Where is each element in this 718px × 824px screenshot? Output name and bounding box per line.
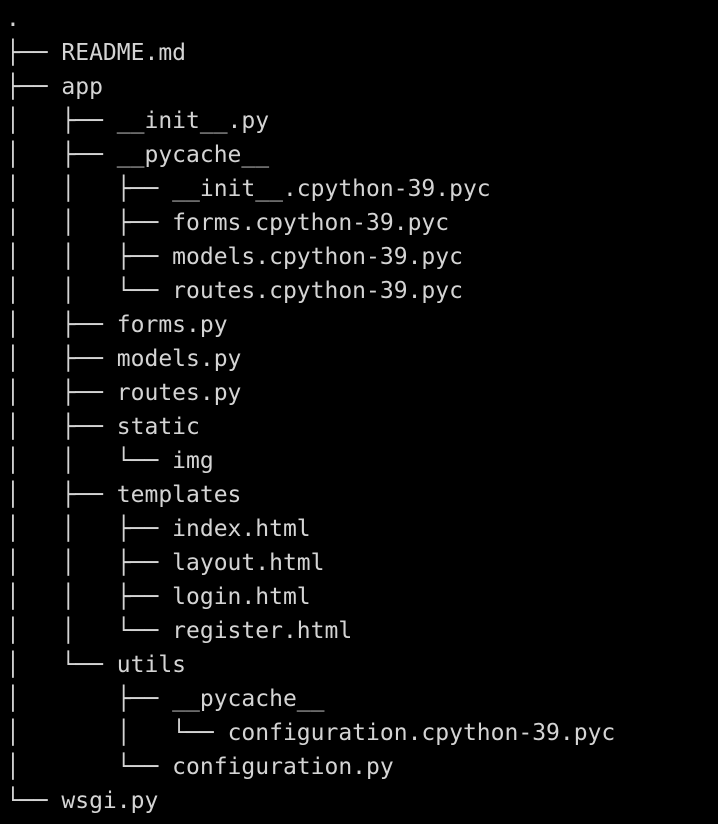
tree-branch: │ │ ├──: [6, 176, 173, 202]
file-name: login.html: [172, 584, 311, 610]
file-name: __init__.cpython-39.pyc: [172, 176, 491, 202]
tree-row: │ ├── __pycache__: [6, 682, 615, 716]
file-name: __init__.py: [116, 108, 270, 134]
file-name: forms.cpython-39.pyc: [172, 210, 450, 236]
file-name: models.cpython-39.pyc: [172, 244, 463, 270]
tree-row: │ │ └── img: [6, 444, 615, 478]
file-name: routes.py: [116, 380, 242, 406]
root-label: .: [6, 6, 20, 32]
tree-row: │ └── configuration.py: [6, 750, 615, 784]
file-name: configuration.cpython-39.pyc: [227, 720, 616, 746]
file-name: forms.py: [116, 312, 228, 338]
folder-name: __pycache__: [172, 686, 325, 712]
tree-branch: │ │ ├──: [6, 244, 173, 270]
tree-row: │ │ ├── models.cpython-39.pyc: [6, 240, 615, 274]
file-name: models.py: [116, 346, 242, 372]
tree-row: └── wsgi.py: [6, 784, 615, 818]
file-name: routes.cpython-39.pyc: [172, 278, 463, 304]
tree-root: .: [6, 2, 615, 36]
tree-branch: │ │ └──: [6, 448, 173, 474]
tree-branch: │ ├──: [6, 380, 117, 406]
folder-name: utils: [116, 652, 187, 678]
tree-branch: │ │ ├──: [6, 210, 173, 236]
tree-branch: │ ├──: [6, 142, 117, 168]
tree-row: │ │ └── routes.cpython-39.pyc: [6, 274, 615, 308]
tree-row: │ ├── models.py: [6, 342, 615, 376]
file-name: README.md: [61, 40, 187, 66]
folder-name: __pycache__: [116, 142, 270, 168]
directory-tree: . ├── README.md ├── app │ ├── __init__.p…: [6, 2, 615, 818]
tree-row: │ ├── forms.py: [6, 308, 615, 342]
tree-row: ├── README.md: [6, 36, 615, 70]
tree-branch: ├──: [6, 74, 62, 100]
folder-name: app: [61, 74, 103, 100]
tree-branch: │ │ └──: [6, 278, 173, 304]
tree-branch: │ ├──: [6, 686, 173, 712]
tree-branch: ├──: [6, 40, 62, 66]
tree-branch: │ ├──: [6, 482, 117, 508]
tree-row: │ │ ├── login.html: [6, 580, 615, 614]
folder-name: static: [116, 414, 200, 440]
tree-branch: │ │ ├──: [6, 584, 173, 610]
tree-branch: │ ├──: [6, 108, 117, 134]
tree-row: │ │ ├── index.html: [6, 512, 615, 546]
file-name: wsgi.py: [61, 788, 159, 814]
tree-branch: │ │ ├──: [6, 516, 173, 542]
file-name: configuration.py: [172, 754, 394, 780]
tree-row: │ ├── static: [6, 410, 615, 444]
tree-branch: │ │ └──: [6, 720, 228, 746]
tree-branch: │ ├──: [6, 312, 117, 338]
tree-branch: │ ├──: [6, 346, 117, 372]
tree-row: │ │ ├── forms.cpython-39.pyc: [6, 206, 615, 240]
tree-branch: │ └──: [6, 652, 117, 678]
tree-row: │ ├── __init__.py: [6, 104, 615, 138]
tree-row: │ │ ├── layout.html: [6, 546, 615, 580]
tree-branch: │ │ ├──: [6, 550, 173, 576]
tree-row: │ │ ├── __init__.cpython-39.pyc: [6, 172, 615, 206]
tree-row: │ │ └── configuration.cpython-39.pyc: [6, 716, 615, 750]
tree-row: │ └── utils: [6, 648, 615, 682]
tree-branch: └──: [6, 788, 62, 814]
file-name: index.html: [172, 516, 311, 542]
tree-branch: │ ├──: [6, 414, 117, 440]
terminal-window: . ├── README.md ├── app │ ├── __init__.p…: [0, 0, 718, 824]
file-name: register.html: [172, 618, 353, 644]
tree-row: ├── app: [6, 70, 615, 104]
file-name: layout.html: [172, 550, 325, 576]
tree-row: │ ├── __pycache__: [6, 138, 615, 172]
folder-name: templates: [116, 482, 242, 508]
tree-row: │ │ └── register.html: [6, 614, 615, 648]
folder-name: img: [172, 448, 214, 474]
tree-row: │ ├── routes.py: [6, 376, 615, 410]
tree-row: │ ├── templates: [6, 478, 615, 512]
tree-branch: │ │ └──: [6, 618, 173, 644]
tree-branch: │ └──: [6, 754, 173, 780]
